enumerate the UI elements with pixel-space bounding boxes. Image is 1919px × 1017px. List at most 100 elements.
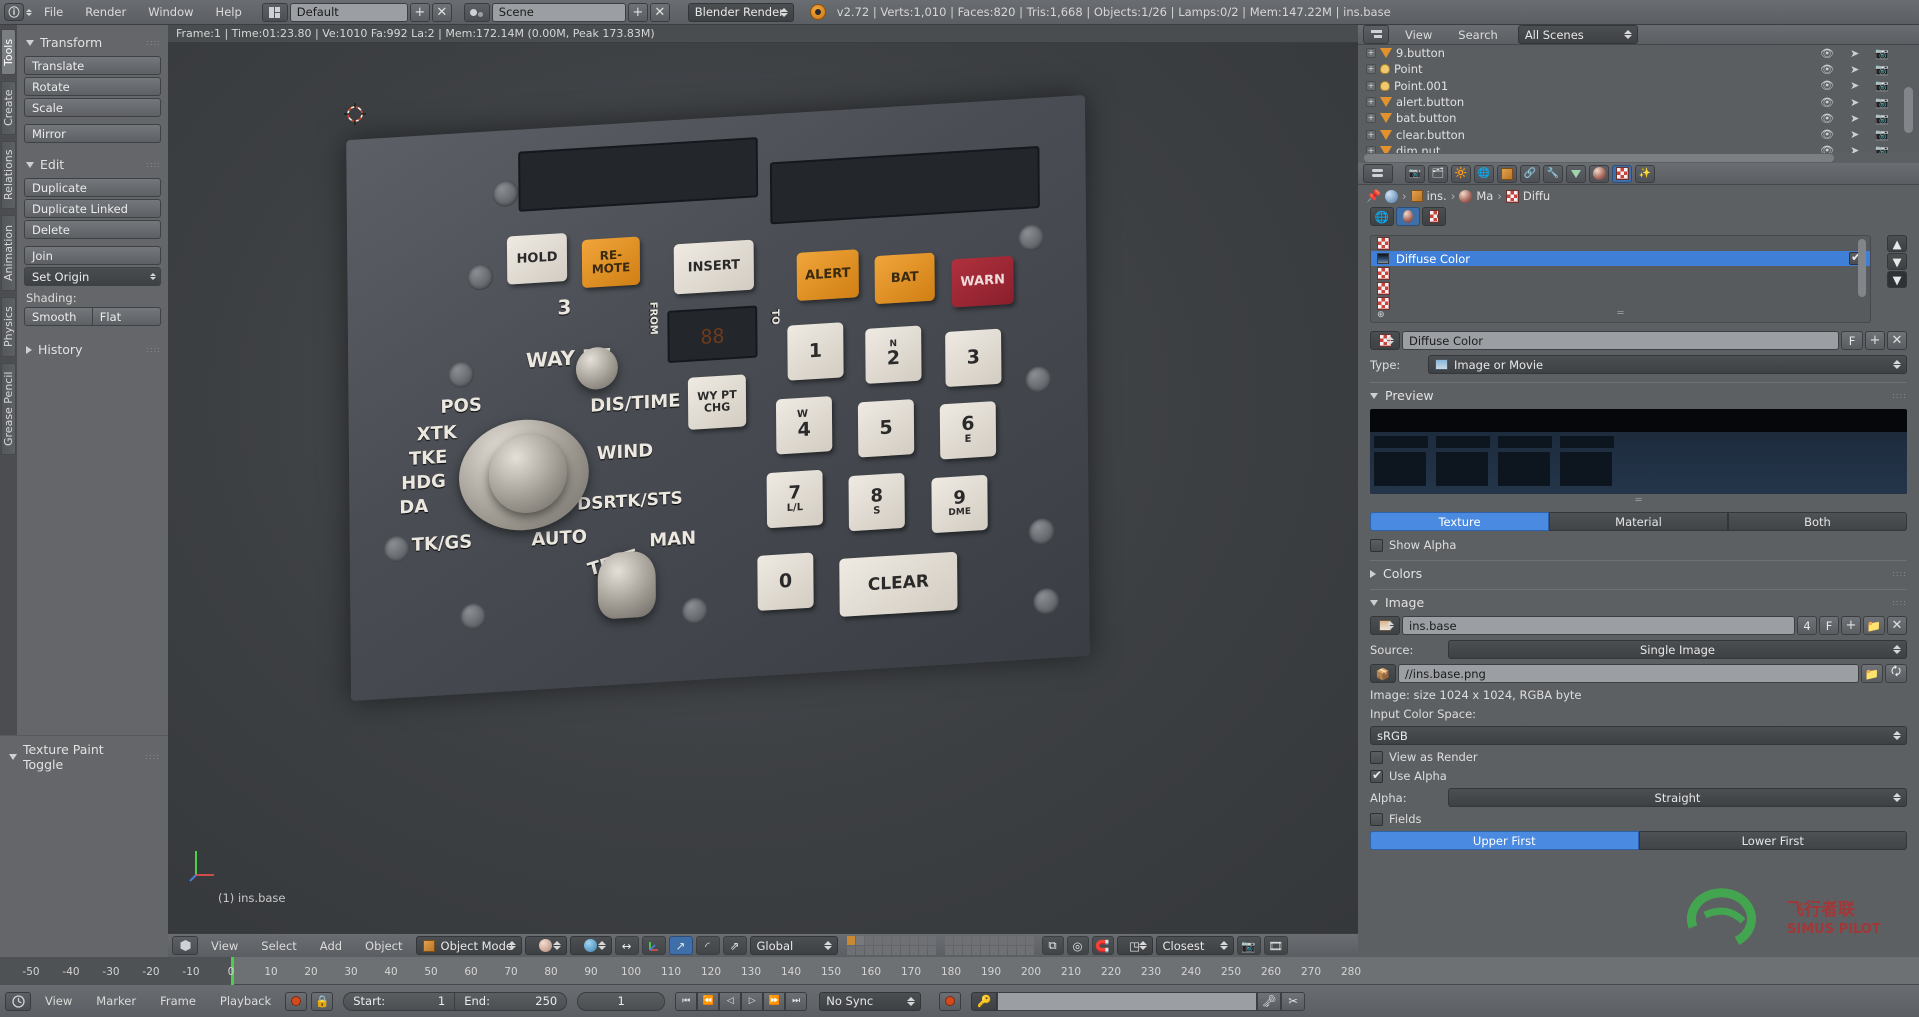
history-section-header[interactable]: History ::::	[26, 342, 161, 357]
texture-list-scrollbar[interactable]	[1858, 239, 1866, 297]
shade-smooth-button[interactable]: Smooth	[24, 307, 93, 326]
screen-layout-icon[interactable]	[261, 2, 288, 22]
add-texture-slot-icon[interactable]: ⊕	[1377, 310, 1385, 320]
lock-icon[interactable]: 🔒	[311, 991, 334, 1011]
view-as-render-checkbox[interactable]	[1370, 750, 1383, 764]
next-keyframe-icon[interactable]: ⏩	[763, 991, 786, 1011]
image-name-field[interactable]: ins.base	[1402, 616, 1795, 635]
texture-datablock-icon[interactable]	[1370, 331, 1400, 350]
texture-slot-diffuse-color[interactable]: Diffuse Color	[1371, 250, 1870, 266]
pivot-point-select[interactable]	[569, 936, 612, 955]
scale-button[interactable]: Scale	[24, 98, 161, 117]
record-icon[interactable]	[939, 991, 962, 1011]
rotate-button[interactable]: Rotate	[24, 77, 161, 96]
timeline-ruler[interactable]: -50 -40 -30 -20 -10 0 10 20 30 40 50 60 70 80 90 100 110…	[0, 957, 1919, 985]
viewport-shading-select[interactable]	[524, 936, 567, 955]
menu-help[interactable]: Help	[206, 1, 252, 23]
keying-set-icon[interactable]: 🔑	[971, 991, 998, 1011]
field-order-lower-first[interactable]: Lower First	[1638, 831, 1907, 850]
translate-button[interactable]: Translate	[24, 56, 161, 75]
timeline-menu-playback[interactable]: Playback	[210, 990, 281, 1012]
use-alpha-checkbox[interactable]	[1370, 768, 1383, 783]
reload-icon[interactable]: 🗘	[1885, 664, 1907, 683]
viewport-menu-view[interactable]: View	[201, 935, 248, 957]
start-frame-field[interactable]: Start: 1	[343, 991, 456, 1011]
preview-resize-grip-icon[interactable]: ═	[1358, 495, 1919, 506]
colorspace-select[interactable]: sRGB	[1370, 726, 1907, 745]
add-scene-button[interactable]: +	[627, 2, 648, 22]
viewport-menu-select[interactable]: Select	[251, 935, 306, 957]
timeline-editor-icon[interactable]	[5, 991, 31, 1011]
info-editor-type-chevron[interactable]	[26, 3, 32, 22]
outliner-vertical-scrollbar[interactable]	[1904, 87, 1913, 133]
unlink-texture-button[interactable]: ✕	[1887, 331, 1907, 350]
delete-keyframe-icon[interactable]: ✂	[1281, 991, 1306, 1011]
scene-layers-icon[interactable]	[846, 936, 936, 955]
operator-panel-header[interactable]: Texture Paint Toggle ::::	[0, 736, 168, 772]
image-datablock-icon[interactable]	[1370, 616, 1400, 635]
image-fake-user-button[interactable]: F	[1819, 616, 1839, 635]
jump-end-icon[interactable]: ⏭	[785, 991, 808, 1011]
expand-icon[interactable]: +	[1366, 64, 1376, 75]
jump-start-icon[interactable]: ⏮	[675, 991, 698, 1011]
breadcrumb-object[interactable]: ins.	[1427, 189, 1447, 203]
pin-icon[interactable]: 📌	[1366, 189, 1381, 203]
outliner-row-dimnut[interactable]: + dim.nut 👁 ➤ 📷	[1358, 143, 1919, 153]
set-origin-button[interactable]: Set Origin	[24, 267, 161, 286]
preview-mode-material[interactable]: Material	[1549, 512, 1728, 531]
outliner-editor-icon[interactable]	[1363, 25, 1389, 44]
unlink-image-button[interactable]: ✕	[1887, 616, 1907, 635]
properties-editor-icon[interactable]	[1363, 164, 1393, 183]
particles-tab-icon[interactable]: ✨	[1635, 164, 1655, 183]
outliner-row-toggles[interactable]: 👁 ➤ 📷	[1820, 63, 1919, 76]
fake-user-button[interactable]: F	[1841, 331, 1863, 350]
outliner-menu-view[interactable]: View	[1395, 24, 1442, 46]
texture-type-select[interactable]: Image or Movie	[1428, 355, 1907, 374]
keying-set-field[interactable]	[997, 991, 1258, 1011]
expand-icon[interactable]: +	[1366, 113, 1376, 124]
tool-tab-animation[interactable]: Animation	[1, 215, 16, 291]
expand-icon[interactable]: +	[1366, 48, 1376, 59]
join-button[interactable]: Join	[24, 246, 161, 265]
show-alpha-checkbox[interactable]	[1370, 538, 1383, 552]
list-resize-grip-icon[interactable]: ═	[1617, 308, 1623, 319]
breadcrumb-material[interactable]: Ma	[1476, 189, 1493, 203]
snap-element-vertex-icon[interactable]: ◳	[1116, 936, 1153, 955]
menu-render[interactable]: Render	[75, 1, 136, 23]
image-users-count[interactable]: 4	[1797, 616, 1817, 635]
delete-scene-button[interactable]: ✕	[649, 2, 670, 22]
list-specials-menu-icon[interactable]: ▼	[1887, 271, 1907, 288]
browse-folder-icon[interactable]: 📁	[1861, 664, 1883, 683]
play-icon[interactable]: ▷	[741, 991, 764, 1011]
data-tab-icon[interactable]	[1566, 164, 1586, 183]
texture-slot-empty-0[interactable]	[1371, 236, 1870, 251]
blender-logo-icon[interactable]: ⓘ	[4, 3, 24, 21]
new-image-button[interactable]: +	[1841, 616, 1861, 635]
object-tab-icon[interactable]	[1497, 164, 1517, 183]
proportional-editing-icon[interactable]: ◎	[1066, 936, 1089, 955]
scene-icon[interactable]	[463, 2, 490, 22]
shade-flat-button[interactable]: Flat	[92, 307, 161, 326]
timeline-menu-marker[interactable]: Marker	[86, 990, 146, 1012]
viewport-canvas[interactable]: HOLD RE- MOTE INSERT ALERT BAT WARN 88 3…	[168, 43, 1358, 933]
record-auto-key-icon[interactable]	[285, 991, 308, 1011]
viewport-menu-add[interactable]: Add	[310, 935, 352, 957]
open-file-icon[interactable]: 📁	[1863, 616, 1885, 635]
texture-name-field[interactable]: Diffuse Color	[1402, 331, 1839, 350]
3d-viewport[interactable]: Frame:1 | Time:01:23.80 | Ve:1010 Fa:992…	[168, 25, 1358, 957]
outliner-row-toggles[interactable]: 👁 ➤ 📷	[1820, 47, 1919, 60]
expand-icon[interactable]: +	[1366, 129, 1376, 140]
outliner-row-point001[interactable]: + Point.001 👁 ➤ 📷	[1358, 78, 1919, 94]
fields-checkbox[interactable]	[1370, 812, 1383, 826]
field-order-upper-first[interactable]: Upper First	[1370, 831, 1639, 850]
scene-layers-icon-2[interactable]	[944, 936, 1034, 955]
edit-section-header[interactable]: Edit ::::	[26, 157, 161, 172]
material-texture-icon[interactable]	[1396, 207, 1420, 226]
world-texture-icon[interactable]: 🌐	[1370, 207, 1394, 226]
play-reverse-icon[interactable]: ◁	[719, 991, 742, 1011]
material-tab-icon[interactable]	[1589, 164, 1609, 183]
transform-orientation-select[interactable]: Global	[749, 936, 838, 955]
outliner-tree[interactable]: + 9.button 👁 ➤ 📷 + Point 👁 ➤ 📷 + Point.001 👁…	[1358, 45, 1919, 153]
scene-tab-icon[interactable]: 🔆	[1451, 164, 1471, 183]
3d-view-editor-icon[interactable]	[172, 936, 198, 955]
